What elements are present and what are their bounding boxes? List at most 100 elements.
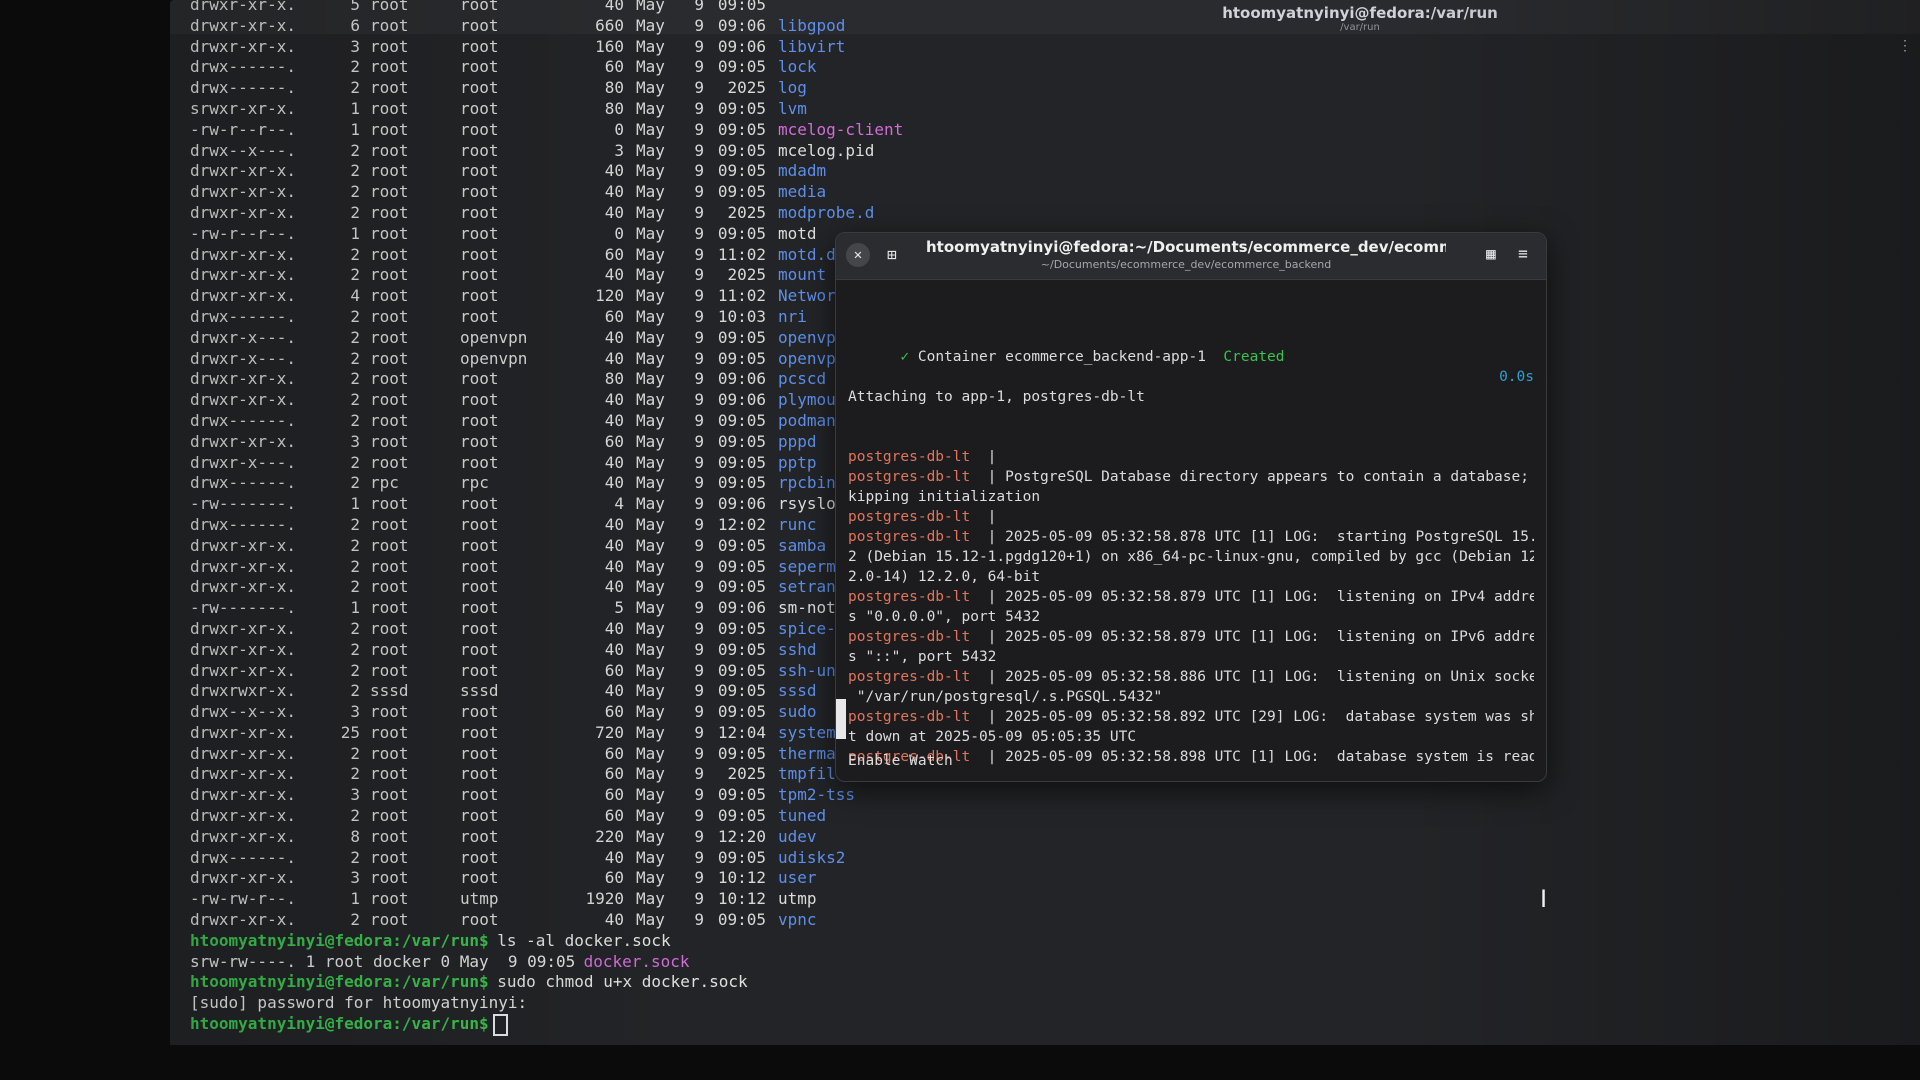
tab-overview-icon[interactable]: ▦ (1480, 244, 1502, 266)
time: 09:06 (717, 15, 766, 35)
sock-listing-line: srw-rw----. 1 root docker 0 May 9 09:05 … (190, 952, 950, 973)
time: 09:06 (717, 494, 766, 514)
enable-watch-hint[interactable]: Enable Watch (848, 753, 953, 769)
link-count: 2 (350, 452, 360, 472)
size: 40 (604, 452, 624, 472)
link-count: 1 (350, 889, 360, 909)
month: May (636, 785, 665, 805)
time: 2025 (727, 265, 766, 285)
entry-name: utmp (778, 889, 817, 909)
month: May (636, 140, 665, 160)
listing-row: drwx------. 2 root root 80 May 9 2025 log (190, 78, 950, 99)
permissions: drwxr-xr-x. (190, 826, 296, 846)
day: 9 (694, 390, 704, 410)
size: 60 (604, 244, 624, 264)
background-terminal-subtitle: /var/run (1340, 22, 1380, 33)
link-count: 1 (350, 223, 360, 243)
link-count: 2 (350, 244, 360, 264)
listing-row: drwxr-xr-x. 3 root root 160 May 9 09:06 libvirt (190, 37, 950, 58)
group: root (460, 202, 499, 222)
month: May (636, 265, 665, 285)
group: root (460, 431, 499, 451)
time: 12:04 (717, 722, 766, 742)
day: 9 (694, 910, 704, 930)
close-icon[interactable]: ✕ (846, 243, 870, 267)
permissions: -rw-------. (190, 494, 296, 514)
foreground-terminal-titlebar[interactable]: ✕ ⊞ htoomyatnyinyi@fedora:~/Documents/ec… (836, 233, 1546, 280)
service-name: postgres-db-lt (848, 709, 971, 725)
entry-name: modprobe.d (778, 202, 875, 222)
size: 60 (604, 743, 624, 763)
service-name: postgres-db-lt (848, 589, 971, 605)
month: May (636, 618, 665, 638)
day: 9 (694, 785, 704, 805)
owner: root (370, 286, 409, 306)
day: 9 (694, 265, 704, 285)
log-text: t down at 2025-05-09 05:05:35 UTC (848, 729, 1137, 745)
month: May (636, 57, 665, 77)
entry-name: mdadm (778, 161, 827, 181)
owner: root (370, 910, 409, 930)
owner: root (370, 702, 409, 722)
permissions: drwxr-xr-x. (190, 660, 296, 680)
month: May (636, 826, 665, 846)
log-text: 2025-05-09 05:32:58.886 UTC [1] LOG: lis… (1005, 669, 1534, 685)
attach-line: Attaching to app-1, postgres-db-lt (848, 389, 1145, 405)
month: May (636, 0, 665, 14)
group: root (460, 119, 499, 139)
permissions: drwxr-xr-x. (190, 743, 296, 763)
link-count: 4 (350, 286, 360, 306)
permissions: drwx------. (190, 847, 296, 867)
time: 09:05 (717, 431, 766, 451)
separator: | (970, 589, 1006, 605)
link-count: 2 (350, 327, 360, 347)
month: May (636, 306, 665, 326)
entry-name: podman (778, 410, 836, 430)
time: 10:03 (717, 306, 766, 326)
text-cursor (492, 1014, 508, 1037)
link-count: 2 (350, 410, 360, 430)
permissions: drwxr-xr-x. (190, 639, 296, 659)
month: May (636, 722, 665, 742)
separator: | (970, 629, 1006, 645)
permissions: drwxr-xr-x. (190, 535, 296, 555)
link-count: 2 (350, 182, 360, 202)
terminal-output[interactable]: ✓ Container ecommerce_backend-app-1 Crea… (848, 287, 1534, 769)
day: 9 (694, 431, 704, 451)
permissions: drwx------. (190, 78, 296, 98)
listing-row: drwxr-xr-x. 2 root root 60 May 9 09:05 tuned (190, 806, 950, 827)
terminal-cursor (836, 699, 846, 739)
log-line: s "::", port 5432 (848, 647, 1534, 667)
foreground-terminal-window[interactable]: ✕ ⊞ htoomyatnyinyi@fedora:~/Documents/ec… (835, 232, 1547, 782)
month: May (636, 743, 665, 763)
permissions: -rw-rw-r--. (190, 889, 296, 909)
log-text: kipping initialization (848, 489, 1041, 505)
entry-name: motd (778, 223, 817, 243)
link-count: 2 (350, 639, 360, 659)
link-count: 2 (350, 306, 360, 326)
new-tab-icon[interactable]: ⊞ (880, 243, 904, 267)
log-text: 2025-05-09 05:32:58.892 UTC [29] LOG: da… (1005, 709, 1534, 725)
link-count: 1 (350, 119, 360, 139)
link-count: 3 (350, 702, 360, 722)
sock-details: srw-rw----. 1 root docker 0 May 9 09:05 (190, 951, 585, 971)
size: 40 (604, 265, 624, 285)
link-count: 2 (350, 369, 360, 389)
link-count: 3 (350, 868, 360, 888)
day: 9 (694, 535, 704, 555)
month: May (636, 639, 665, 659)
owner: root (370, 618, 409, 638)
time: 09:05 (717, 223, 766, 243)
kebab-menu-icon[interactable]: ⋮ (1898, 38, 1912, 54)
entry-name: pppd (778, 431, 817, 451)
prompt-line: htoomyatnyinyi@fedora:/var/run$ sudo chm… (190, 972, 950, 993)
size: 60 (604, 868, 624, 888)
hamburger-menu-icon[interactable]: ≡ (1512, 244, 1534, 266)
day: 9 (694, 806, 704, 826)
day: 9 (694, 847, 704, 867)
link-count: 2 (350, 473, 360, 493)
permissions: drwxr-xr-x. (190, 202, 296, 222)
active-prompt-line[interactable]: htoomyatnyinyi@fedora:/var/run$ (190, 1014, 950, 1037)
month: May (636, 702, 665, 722)
link-count: 2 (350, 806, 360, 826)
